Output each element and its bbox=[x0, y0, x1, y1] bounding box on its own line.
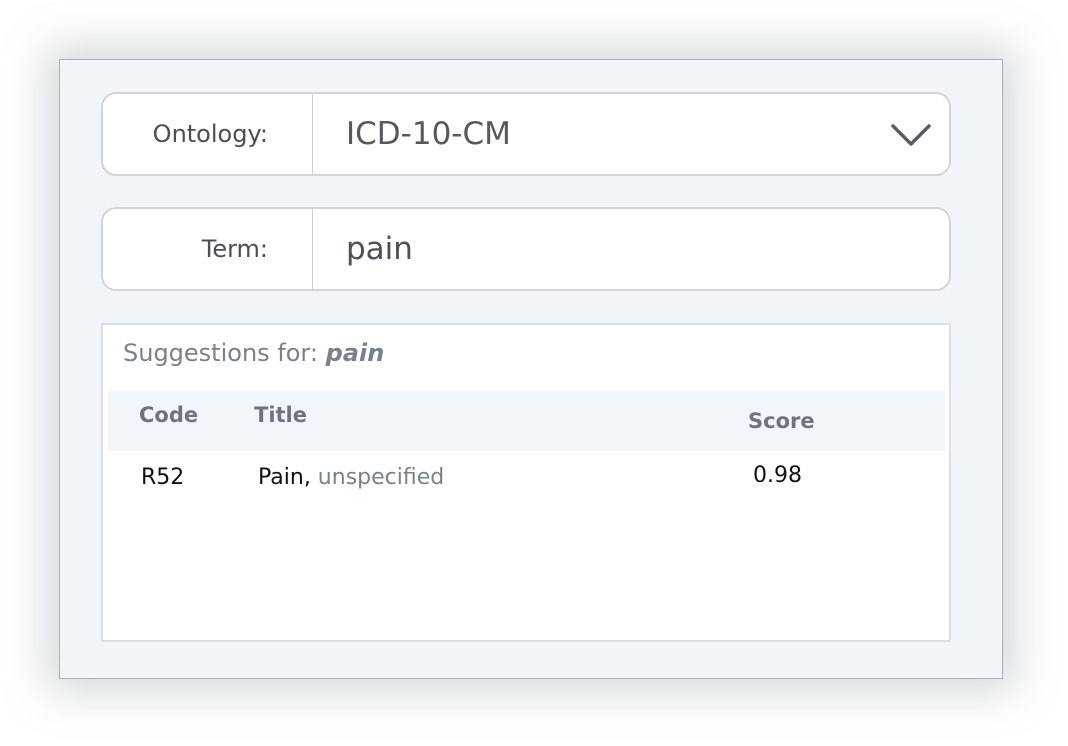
chevron-down-icon[interactable] bbox=[889, 116, 933, 150]
suggestions-heading-term: pain bbox=[325, 339, 385, 367]
suggestions-box: Suggestions for: pain Code Title Score R… bbox=[101, 323, 951, 642]
row-title-main: Pain, bbox=[258, 465, 311, 490]
ontology-select[interactable]: Ontology: ICD-10-CM bbox=[101, 92, 951, 176]
term-field: Term: pain bbox=[101, 207, 951, 291]
column-header-code[interactable]: Code bbox=[139, 403, 198, 427]
ontology-selected-value: ICD-10-CM bbox=[346, 116, 511, 152]
column-header-title[interactable]: Title bbox=[254, 403, 307, 427]
ontology-label: Ontology: bbox=[103, 94, 313, 174]
search-panel: Ontology: ICD-10-CM Term: pain Suggestio… bbox=[59, 59, 1003, 679]
ontology-value[interactable]: ICD-10-CM bbox=[313, 94, 949, 174]
suggestions-heading-prefix: Suggestions for: bbox=[123, 339, 326, 367]
row-code: R52 bbox=[141, 465, 185, 490]
column-header-score[interactable]: Score bbox=[748, 409, 815, 433]
row-title-rest: unspecified bbox=[310, 465, 445, 490]
term-label: Term: bbox=[103, 209, 313, 289]
term-input[interactable]: pain bbox=[313, 209, 949, 289]
suggestions-heading: Suggestions for: pain bbox=[123, 339, 384, 367]
table-row[interactable]: R52 Pain, unspecified 0.98 bbox=[108, 451, 945, 511]
row-score: 0.98 bbox=[753, 463, 802, 488]
term-input-value: pain bbox=[346, 231, 413, 267]
row-title: Pain, unspecified bbox=[258, 465, 444, 490]
table-header: Code Title Score bbox=[108, 391, 945, 451]
